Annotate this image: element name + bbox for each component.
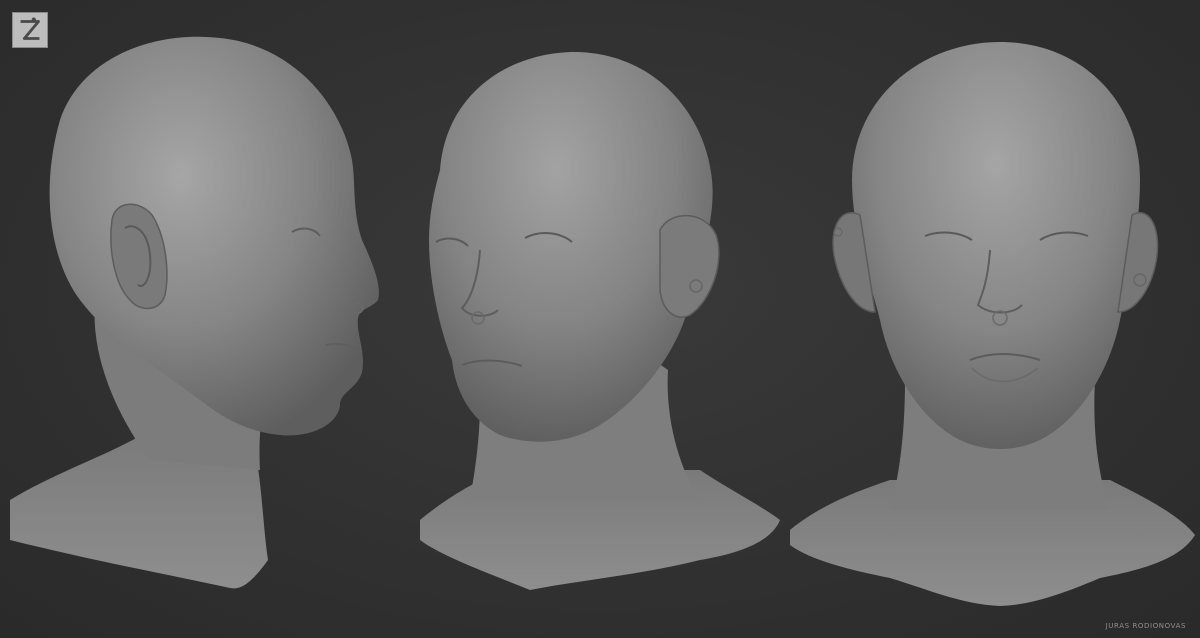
head-three-quarter bbox=[420, 51, 780, 590]
sculpt-render bbox=[10, 36, 1195, 606]
zbrush-logo-icon bbox=[12, 12, 48, 48]
render-canvas: JURAS RODIONOVAS bbox=[0, 0, 1200, 638]
head-side-profile bbox=[10, 36, 379, 589]
artist-signature: JURAS RODIONOVAS bbox=[1105, 622, 1186, 630]
head-front bbox=[790, 42, 1195, 606]
